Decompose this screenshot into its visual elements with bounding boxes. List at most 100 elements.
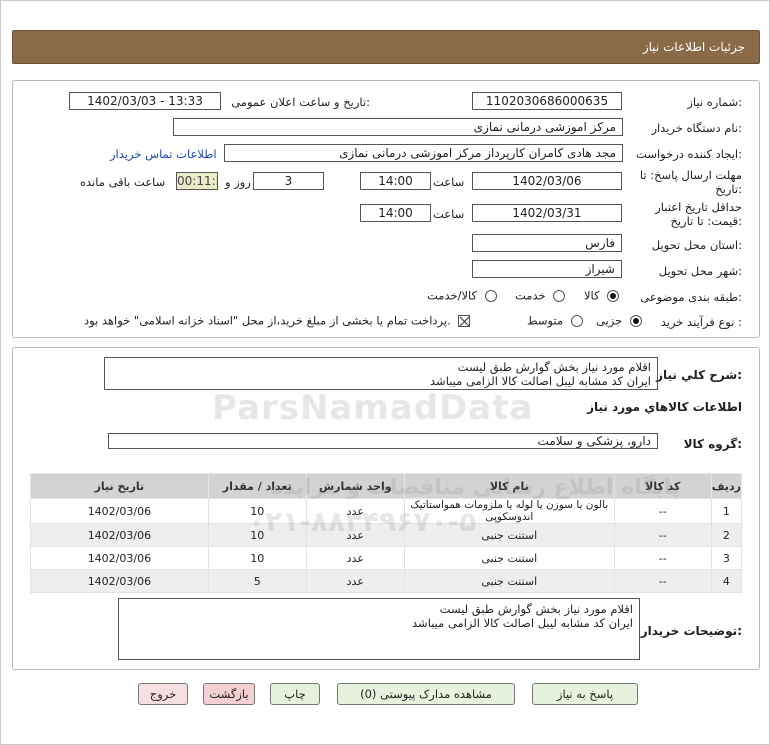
- category-option-service-label: خدمت: [515, 288, 546, 303]
- col-row: ردیف: [710, 473, 743, 499]
- col-unit: واحد شمارش: [305, 473, 405, 499]
- price-validity-time-label: ساعت: [433, 207, 465, 221]
- reply-deadline-label: مهلت ارسال پاسخ: تا تاریخ:: [640, 168, 742, 196]
- category-label: طبقه بندی موضوعی:: [640, 290, 742, 304]
- reply-deadline-label-line2: تاریخ:: [715, 182, 742, 196]
- price-validity-label-line2: قیمت: تا تاریخ:: [670, 214, 742, 228]
- cell-qty: 5: [207, 569, 307, 593]
- treasury-payment-option[interactable]: پرداخت تمام یا بخشی از مبلغ خرید،از محل …: [84, 313, 471, 328]
- remaining-time-label: ساعت باقی مانده: [80, 175, 166, 189]
- cell-code: --: [613, 498, 712, 524]
- cell-date: 1402/03/06: [30, 546, 209, 570]
- category-option-goods[interactable]: کالا: [584, 288, 620, 303]
- cell-name: استنت جنبی: [403, 569, 615, 593]
- table-row[interactable]: 1 -- بالون یا سوزن یا لوله یا ملزومات هم…: [30, 498, 743, 524]
- buyer-notes-label: توضیحات خریدار:: [640, 624, 742, 638]
- category-goods-service-radio[interactable]: [484, 289, 497, 302]
- cell-row: 4: [710, 569, 743, 593]
- city-field: شیراز: [472, 260, 622, 278]
- process-option-medium-label: متوسط: [527, 313, 564, 328]
- price-validity-time-field: 14:00: [360, 204, 431, 222]
- cell-row: 2: [710, 523, 743, 547]
- category-service-radio[interactable]: [553, 289, 566, 302]
- cell-code: --: [613, 523, 712, 547]
- cell-unit: عدد: [305, 546, 405, 570]
- cell-qty: 10: [207, 523, 307, 547]
- cell-date: 1402/03/06: [30, 498, 209, 524]
- category-option-goods-label: کالا: [584, 288, 600, 303]
- cell-unit: عدد: [305, 523, 405, 547]
- col-date: تاریخ نیاز: [30, 473, 209, 499]
- category-option-goods-service-label: کالا/خدمت: [427, 288, 478, 303]
- process-medium-radio[interactable]: [570, 314, 583, 327]
- requester-field: مجد هادی کامران کارپرداز مرکز اموزشی درم…: [224, 144, 623, 162]
- process-option-medium[interactable]: متوسط: [527, 313, 583, 328]
- col-code: کد کالا: [613, 473, 712, 499]
- announce-datetime-field: 1402/03/03 - 13:33: [69, 92, 221, 110]
- requester-label: ایجاد کننده درخواست:: [636, 147, 742, 161]
- process-minor-radio[interactable]: [629, 314, 642, 327]
- category-option-service[interactable]: خدمت: [515, 288, 566, 303]
- back-button[interactable]: بازگشت: [203, 683, 255, 705]
- cell-qty: 10: [207, 546, 307, 570]
- buyer-notes-box: اقلام مورد نیاز بخش گوارش طبق لیست ایران…: [118, 598, 640, 660]
- summary-box: اقلام مورد نیاز بخش گوارش طبق لیست ایران…: [104, 357, 658, 390]
- category-goods-radio[interactable]: [607, 289, 620, 302]
- goods-table-header: ردیف کد کالا نام کالا واحد شمارش تعداد /…: [30, 473, 743, 499]
- process-type-label: نوع فرآیند خرید :: [660, 315, 742, 329]
- price-validity-label: حداقل تاریخ اعتبار قیمت: تا تاریخ:: [655, 200, 742, 228]
- cell-code: --: [613, 546, 712, 570]
- exit-button[interactable]: خروج: [138, 683, 188, 705]
- page-header: جزئیات اطلاعات نیاز: [12, 30, 760, 64]
- col-qty: تعداد / مقدار: [207, 473, 307, 499]
- col-name: نام کالا: [403, 473, 615, 499]
- print-button[interactable]: چاپ: [270, 683, 320, 705]
- reply-days-field: 3: [253, 172, 324, 190]
- goods-group-field: دارو، پزشکی و سلامت: [108, 433, 658, 449]
- summary-label: شرح کلي نياز:: [656, 368, 742, 382]
- page-title: جزئیات اطلاعات نیاز: [642, 40, 745, 54]
- cell-date: 1402/03/06: [30, 523, 209, 547]
- cell-unit: عدد: [305, 569, 405, 593]
- city-label: شهر محل تحویل:: [658, 264, 742, 278]
- summary-line1: اقلام مورد نیاز بخش گوارش طبق لیست: [457, 360, 651, 374]
- attachments-button[interactable]: مشاهده مدارک پیوستی (0): [337, 683, 515, 705]
- process-option-minor[interactable]: جزیی: [596, 313, 642, 328]
- reply-deadline-label-line1: مهلت ارسال پاسخ: تا: [639, 168, 742, 182]
- reply-days-label: روز و: [225, 175, 251, 189]
- remaining-time-field: 00:11:50: [176, 172, 218, 190]
- cell-unit: عدد: [305, 498, 405, 524]
- buyer-contact-link[interactable]: اطلاعات تماس خریدار: [110, 147, 217, 161]
- goods-section-title: اطلاعات کالاهاي مورد نياز: [587, 400, 742, 414]
- reply-time-label: ساعت: [433, 175, 465, 189]
- process-option-minor-label: جزیی: [596, 313, 623, 328]
- cell-name: بالون یا سوزن یا لوله یا ملزومات همواستا…: [403, 498, 615, 524]
- cell-row: 3: [710, 546, 743, 570]
- reply-button[interactable]: پاسخ به نیاز: [532, 683, 638, 705]
- need-number-label: شماره نیاز:: [687, 95, 742, 109]
- cell-name: استنت جنبی: [403, 546, 615, 570]
- province-field: فارس: [472, 234, 622, 252]
- goods-table: ردیف کد کالا نام کالا واحد شمارش تعداد /…: [30, 473, 743, 593]
- cell-qty: 10: [207, 498, 307, 524]
- reply-date-field: 1402/03/06: [472, 172, 622, 190]
- table-row[interactable]: 2 -- استنت جنبی عدد 10 1402/03/06: [30, 523, 743, 547]
- reply-time-field: 14:00: [360, 172, 431, 190]
- summary-line2: ایران کد مشابه لیبل اصالت کالا الزامی می…: [430, 374, 651, 388]
- need-number-field: 1102030686000635: [472, 92, 622, 110]
- buyer-notes-line1: اقلام مورد نیاز بخش گوارش طبق لیست: [439, 602, 633, 616]
- treasury-payment-note: پرداخت تمام یا بخشی از مبلغ خرید،از محل …: [84, 313, 451, 328]
- goods-group-label: گروه کالا:: [683, 437, 742, 451]
- province-label: استان محل تحویل:: [651, 238, 742, 252]
- buyer-notes-line2: ایران کد مشابه لیبل اصالت کالا الزامی می…: [412, 616, 633, 630]
- price-validity-date-field: 1402/03/31: [472, 204, 622, 222]
- cell-row: 1: [710, 498, 743, 524]
- buyer-org-field: مرکز اموزشی درمانی نمازی: [173, 118, 623, 136]
- announce-datetime-label: تاریخ و ساعت اعلان عمومی:: [231, 95, 370, 109]
- treasury-payment-checkbox[interactable]: [458, 314, 471, 327]
- table-row[interactable]: 4 -- استنت جنبی عدد 5 1402/03/06: [30, 569, 743, 593]
- table-row[interactable]: 3 -- استنت جنبی عدد 10 1402/03/06: [30, 546, 743, 570]
- cell-code: --: [613, 569, 712, 593]
- category-option-goods-service[interactable]: کالا/خدمت: [427, 288, 497, 303]
- cell-name: استنت جنبی: [403, 523, 615, 547]
